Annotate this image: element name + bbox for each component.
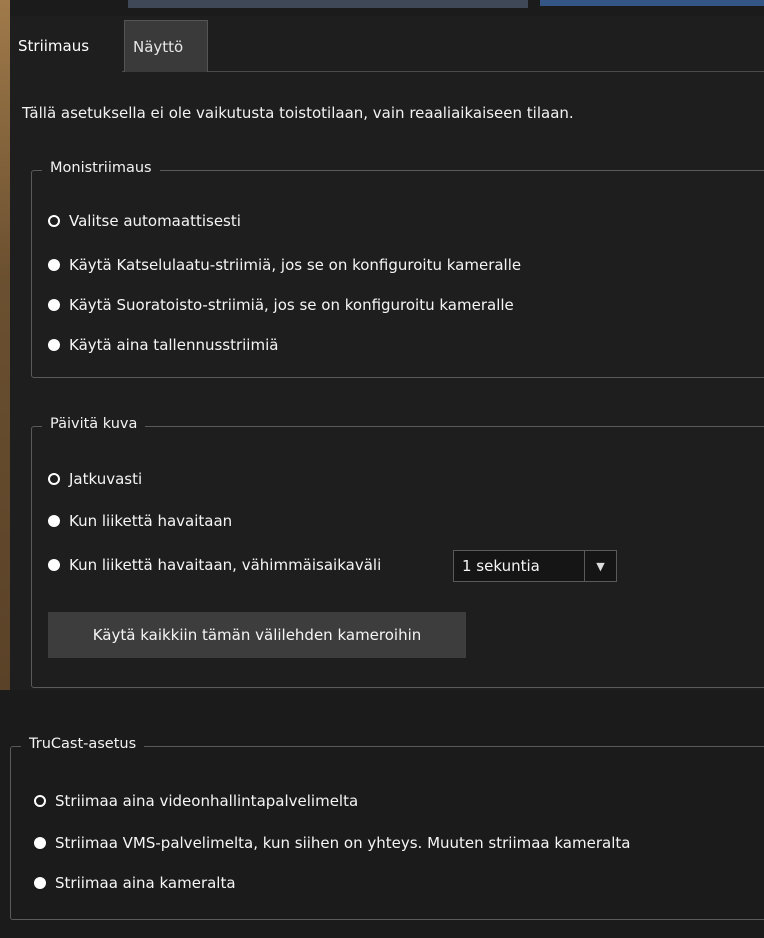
radio-label: Striimaa VMS-palvelimelta, kun siihen on… — [55, 834, 631, 852]
radio-unselected-icon — [34, 877, 46, 889]
radio-unselected-icon — [48, 559, 60, 571]
radio-on-motion[interactable]: Kun liikettä havaitaan — [48, 512, 232, 530]
refresh-image-legend: Päivitä kuva — [42, 416, 146, 432]
radio-selected-icon — [34, 795, 46, 807]
apply-to-all-cameras-button[interactable]: Käytä kaikkiin tämän välilehden kameroih… — [48, 612, 466, 658]
radio-auto-select[interactable]: Valitse automaattisesti — [48, 212, 241, 230]
radio-unselected-icon — [48, 515, 60, 527]
radio-label: Käytä Katselulaatu-striimiä, jos se on k… — [69, 256, 522, 274]
radio-unselected-icon — [48, 299, 60, 311]
radio-label: Striimaa aina videonhallintapalvelimelta — [55, 792, 359, 810]
radio-label: Käytä aina tallennusstriimiä — [69, 336, 279, 354]
radio-unselected-icon — [48, 339, 60, 351]
radio-label: Käytä Suoratoisto-striimiä, jos se on ko… — [69, 296, 514, 314]
radio-on-motion-min-interval[interactable]: Kun liikettä havaitaan, vähimmäisaikaväl… — [48, 556, 381, 574]
radio-always-camera[interactable]: Striimaa aina kameralta — [34, 874, 236, 892]
radio-recording-stream[interactable]: Käytä aina tallennusstriimiä — [48, 336, 278, 354]
radio-label: Valitse automaattisesti — [69, 212, 241, 230]
radio-always-vms[interactable]: Striimaa aina videonhallintapalvelimelta — [34, 792, 358, 810]
min-interval-value: 1 sekuntia — [462, 557, 540, 575]
tab-naytto[interactable]: Näyttö — [124, 20, 208, 72]
radio-continuously[interactable]: Jatkuvasti — [48, 470, 142, 488]
radio-unselected-icon — [48, 259, 60, 271]
radio-live-stream[interactable]: Käytä Suoratoisto-striimiä, jos se on ko… — [48, 296, 514, 314]
min-interval-dropdown[interactable]: 1 sekuntia ▼ — [453, 550, 617, 582]
radio-label: Kun liikettä havaitaan, vähimmäisaikaväl… — [69, 556, 382, 574]
radio-label: Jatkuvasti — [69, 470, 143, 488]
chevron-down-icon[interactable]: ▼ — [584, 551, 616, 581]
radio-label: Striimaa aina kameralta — [55, 874, 236, 892]
background-strip-accent — [540, 0, 764, 6]
playback-notice: Tällä asetuksella ei ole vaikutusta tois… — [22, 104, 574, 122]
window-top-strip — [0, 0, 764, 16]
background-strip — [128, 0, 528, 8]
radio-view-quality-stream[interactable]: Käytä Katselulaatu-striimiä, jos se on k… — [48, 256, 521, 274]
tab-bar: Striimaus Näyttö — [10, 16, 764, 72]
radio-selected-icon — [48, 473, 60, 485]
multistream-legend: Monistriimaus — [42, 160, 160, 176]
radio-selected-icon — [48, 215, 60, 227]
background-edge — [0, 0, 10, 690]
radio-vms-then-camera[interactable]: Striimaa VMS-palvelimelta, kun siihen on… — [34, 834, 630, 852]
radio-label: Kun liikettä havaitaan — [69, 512, 233, 530]
tab-striimaus[interactable]: Striimaus — [10, 20, 122, 72]
trucast-group: TruCast-asetus — [10, 736, 764, 920]
trucast-legend: TruCast-asetus — [21, 736, 145, 752]
radio-unselected-icon — [34, 837, 46, 849]
